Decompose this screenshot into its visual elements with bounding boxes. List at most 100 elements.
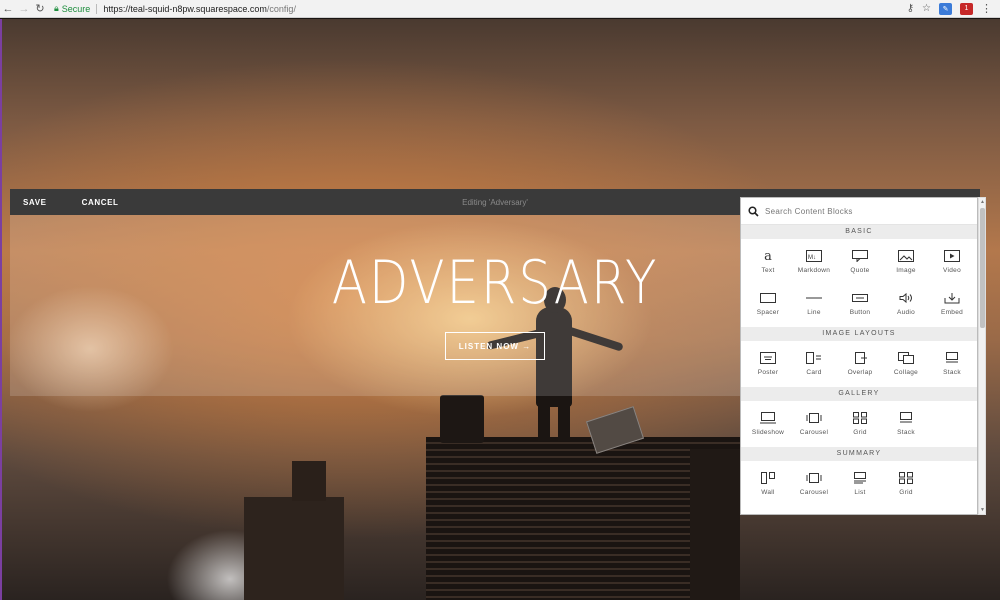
- block-label: Stack: [897, 429, 915, 436]
- block-label: Collage: [893, 369, 919, 376]
- block-overlap[interactable]: Overlap: [837, 345, 883, 387]
- person-silhouette-leg: [558, 401, 570, 441]
- block-list[interactable]: List: [837, 465, 883, 507]
- block-image[interactable]: Image: [883, 243, 929, 285]
- block-label: Image: [896, 267, 916, 274]
- audio-icon: [896, 289, 916, 307]
- extension-badge-count: 1: [964, 5, 969, 12]
- address-bar[interactable]: 🔒︎ Secure https://teal-squid-n8pw.square…: [54, 2, 907, 16]
- carousel-icon: [804, 409, 824, 427]
- background-tower: [690, 449, 740, 600]
- block-label: Poster: [757, 369, 779, 376]
- stack-icon: [896, 409, 916, 427]
- scroll-up-icon[interactable]: ▲: [980, 199, 985, 205]
- block-grid: Wall Carousel List Grid: [741, 461, 977, 507]
- scrollbar-thumb[interactable]: [980, 208, 985, 328]
- background-speaker: [440, 395, 484, 443]
- card-icon: [804, 349, 824, 367]
- block-audio[interactable]: Audio: [883, 285, 929, 327]
- block-label: Card: [806, 369, 822, 376]
- block-grid: Slideshow Carousel Grid Stack: [741, 401, 977, 447]
- image-icon: [896, 247, 916, 265]
- quote-icon: [850, 247, 870, 265]
- block-markdown[interactable]: M↓ Markdown: [791, 243, 837, 285]
- block-stack[interactable]: Stack: [929, 345, 975, 387]
- block-collage[interactable]: Collage: [883, 345, 929, 387]
- block-spacer[interactable]: Spacer: [745, 285, 791, 327]
- block-label: Carousel: [799, 429, 829, 436]
- background-building: [244, 497, 344, 600]
- browser-menu-icon[interactable]: ⋮: [981, 2, 992, 15]
- lock-icon: 🔒︎: [54, 3, 59, 13]
- block-wall[interactable]: Wall: [745, 465, 791, 507]
- spacer-icon: [758, 289, 778, 307]
- block-label: Button: [849, 309, 871, 316]
- person-silhouette-leg: [538, 401, 550, 441]
- stack-icon: [942, 349, 962, 367]
- video-icon: [942, 247, 962, 265]
- block-label: Embed: [940, 309, 964, 316]
- extension-pen-icon[interactable]: ✎: [939, 2, 952, 15]
- section-header-gallery: GALLERY: [741, 387, 977, 401]
- block-label: Grid: [853, 429, 867, 436]
- block-poster[interactable]: Poster: [745, 345, 791, 387]
- block-label: List: [854, 489, 866, 496]
- panel-scrollbar[interactable]: ▲ ▼: [978, 197, 986, 515]
- markdown-icon: M↓: [804, 247, 824, 265]
- overlap-icon: [850, 349, 870, 367]
- section-header-image-layouts: IMAGE LAYOUTS: [741, 327, 977, 341]
- block-sections: BASIC a Text M↓ Markdown Quote Image Video Space…: [741, 225, 977, 507]
- url-host: https://teal-squid-n8pw.squarespace.com: [103, 3, 267, 14]
- button-icon: [850, 289, 870, 307]
- block-text[interactable]: a Text: [745, 243, 791, 285]
- block-slideshow[interactable]: Slideshow: [745, 405, 791, 447]
- block-grid: a Text M↓ Markdown Quote Image Video Spacer Line…: [741, 239, 977, 327]
- block-embed[interactable]: Embed: [929, 285, 975, 327]
- block-video[interactable]: Video: [929, 243, 975, 285]
- wall-icon: [758, 469, 778, 487]
- key-icon[interactable]: ⚷: [907, 3, 914, 14]
- svg-text:M↓: M↓: [808, 255, 816, 261]
- block-card[interactable]: Card: [791, 345, 837, 387]
- block-label: Grid: [899, 489, 913, 496]
- reload-icon[interactable]: ↻: [32, 0, 48, 18]
- url-path: /config/: [266, 3, 296, 14]
- listen-now-button[interactable]: LISTEN NOW →: [445, 332, 545, 360]
- section-header-basic: BASIC: [741, 225, 977, 239]
- search-content-blocks-input[interactable]: [765, 206, 965, 216]
- forward-arrow-icon[interactable]: →: [16, 0, 32, 18]
- block-label: Line: [807, 309, 821, 316]
- browser-toolbar: ← → ↻ 🔒︎ Secure https://teal-squid-n8pw.…: [0, 0, 1000, 18]
- block-grid[interactable]: Grid: [837, 405, 883, 447]
- grid-icon: [896, 469, 916, 487]
- block-carousel[interactable]: Carousel: [791, 465, 837, 507]
- grid-icon: [850, 409, 870, 427]
- back-arrow-icon[interactable]: ←: [0, 0, 16, 18]
- block-carousel[interactable]: Carousel: [791, 405, 837, 447]
- block-label: Video: [942, 267, 961, 274]
- poster-icon: [758, 349, 778, 367]
- slideshow-icon: [758, 409, 778, 427]
- block-label: Audio: [896, 309, 916, 316]
- star-icon[interactable]: ☆: [922, 3, 931, 14]
- block-line[interactable]: Line: [791, 285, 837, 327]
- block-quote[interactable]: Quote: [837, 243, 883, 285]
- secure-label: Secure: [61, 3, 91, 14]
- block-grid: Poster Card Overlap Collage Stack: [741, 341, 977, 387]
- block-stack[interactable]: Stack: [883, 405, 929, 447]
- block-label: Spacer: [756, 309, 780, 316]
- scroll-down-icon[interactable]: ▼: [980, 507, 985, 513]
- text-icon: a: [764, 248, 772, 264]
- block-label: Quote: [850, 267, 870, 274]
- address-separator: [96, 3, 98, 14]
- hero-title: ADVERSARY: [331, 248, 659, 318]
- block-grid[interactable]: Grid: [883, 465, 929, 507]
- line-icon: [804, 289, 824, 307]
- block-button[interactable]: Button: [837, 285, 883, 327]
- list-icon: [850, 469, 870, 487]
- extension-badge-icon[interactable]: 1: [960, 2, 973, 15]
- block-label: Stack: [943, 369, 961, 376]
- search-icon: [741, 205, 765, 217]
- section-header-summary: SUMMARY: [741, 447, 977, 461]
- block-label: Markdown: [797, 267, 831, 274]
